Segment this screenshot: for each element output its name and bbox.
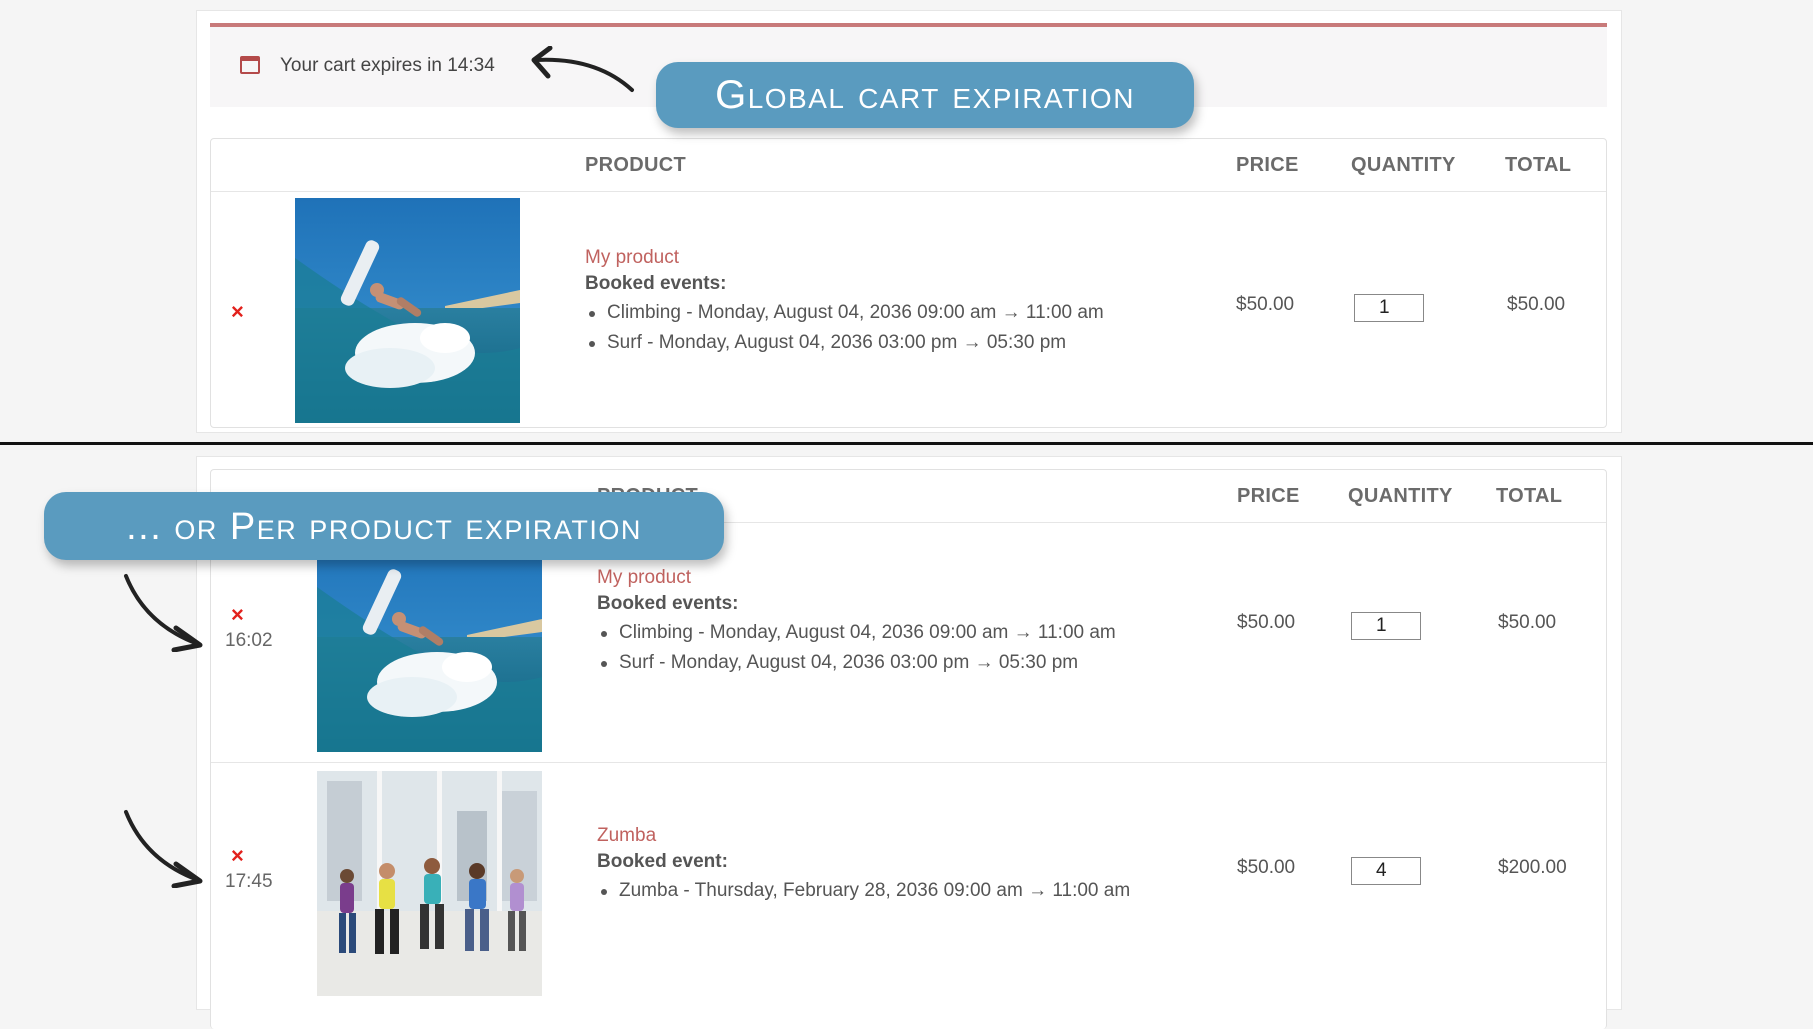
cart-table-header: PRODUCT PRICE QUANTITY TOTAL [211, 139, 1606, 192]
remove-item-button[interactable]: × [231, 604, 244, 626]
cart-row: × 17:45 Zumba Booked event: Zumba - Thur… [211, 762, 1606, 1003]
item-total: $50.00 [1507, 294, 1566, 315]
booked-events-list: Climbing - Monday, August 04, 2036 09:00… [585, 298, 1104, 358]
remove-item-button[interactable]: × [231, 301, 244, 323]
header-quantity: QUANTITY [1348, 485, 1453, 507]
booked-events-list: Climbing - Monday, August 04, 2036 09:00… [597, 618, 1116, 678]
callout-global-cart-expiration: Global cart expiration [656, 62, 1194, 128]
booked-event-item: Zumba - Thursday, February 28, 2036 09:0… [597, 876, 1130, 906]
calendar-icon [240, 56, 260, 74]
product-thumbnail-surf[interactable] [317, 527, 542, 752]
product-thumbnail-surf[interactable] [295, 198, 520, 423]
quantity-input[interactable] [1351, 612, 1421, 640]
booked-events-label: Booked events: [585, 273, 727, 294]
arrow-icon [531, 46, 634, 92]
item-expiration-timer: 17:45 [225, 871, 273, 892]
header-total: TOTAL [1505, 154, 1572, 176]
product-name-link[interactable]: My product [597, 567, 691, 589]
product-thumbnail-zumba[interactable] [317, 771, 542, 996]
callout-per-product-expiration: ... or Per product expiration [44, 492, 724, 560]
booked-event-item: Surf - Monday, August 04, 2036 03:00 pm … [597, 648, 1116, 678]
booked-events-label: Booked events: [597, 593, 739, 614]
arrow-icon [124, 574, 203, 652]
item-price: $50.00 [1236, 294, 1295, 315]
quantity-input[interactable] [1354, 294, 1424, 322]
quantity-input[interactable] [1351, 857, 1421, 885]
booked-event-item: Climbing - Monday, August 04, 2036 09:00… [585, 298, 1104, 328]
remove-item-button[interactable]: × [231, 845, 244, 867]
booked-event-item: Climbing - Monday, August 04, 2036 09:00… [597, 618, 1116, 648]
product-name-link[interactable]: Zumba [597, 825, 656, 847]
arrow-icon [124, 810, 203, 888]
header-price: PRICE [1236, 154, 1299, 176]
cart-expiration-text: Your cart expires in 14:34 [280, 55, 495, 76]
item-total: $50.00 [1498, 612, 1557, 633]
cart-row: × My product Booked events: Climbing - M… [211, 191, 1606, 429]
booked-events-list: Zumba - Thursday, February 28, 2036 09:0… [597, 876, 1130, 906]
section-divider [0, 442, 1813, 445]
header-product: PRODUCT [585, 154, 686, 176]
header-total: TOTAL [1496, 485, 1563, 507]
header-price: PRICE [1237, 485, 1300, 507]
item-total: $200.00 [1498, 857, 1567, 878]
cart-table: PRODUCT PRICE QUANTITY TOTAL × My produc… [210, 138, 1607, 428]
item-price: $50.00 [1237, 857, 1296, 878]
booked-event-item: Surf - Monday, August 04, 2036 03:00 pm … [585, 328, 1104, 358]
header-quantity: QUANTITY [1351, 154, 1456, 176]
booked-events-label: Booked event: [597, 851, 728, 872]
item-price: $50.00 [1237, 612, 1296, 633]
product-name-link[interactable]: My product [585, 247, 679, 269]
item-expiration-timer: 16:02 [225, 630, 273, 651]
